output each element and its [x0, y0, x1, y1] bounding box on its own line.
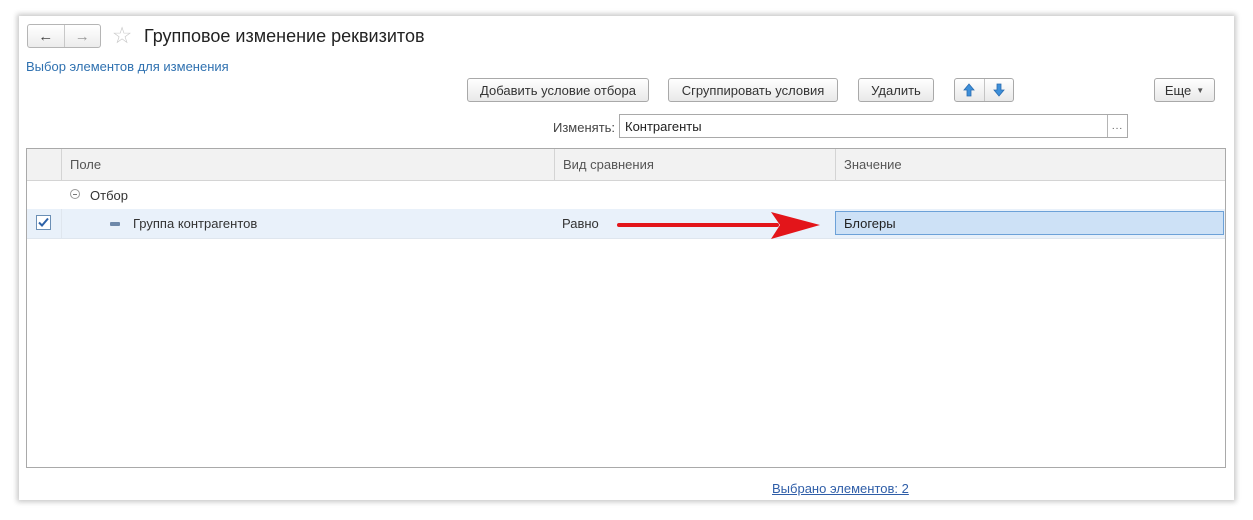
table-header: Поле Вид сравнения Значение — [27, 149, 1225, 181]
selected-count-link[interactable]: Выбрано элементов: 2 — [772, 481, 909, 496]
arrow-left-icon: ← — [38, 27, 54, 45]
annotation-arrow-icon — [617, 212, 820, 239]
caret-down-icon: ▼ — [1196, 85, 1205, 95]
comparison-value[interactable]: Равно — [562, 216, 599, 231]
move-up-button[interactable] — [955, 79, 985, 101]
arrow-right-icon: → — [74, 27, 90, 45]
header-checkbox-cell — [27, 149, 61, 180]
star-icon[interactable]: ☆ — [110, 23, 134, 47]
forward-button[interactable]: → — [65, 25, 101, 47]
field-name: Группа контрагентов — [133, 216, 258, 231]
arrow-down-icon — [992, 83, 1005, 97]
group-edit-window: ← → ☆ Групповое изменение реквизитов Выб… — [19, 16, 1234, 500]
conditions-table[interactable]: Поле Вид сравнения Значение Отбор Группа… — [26, 148, 1226, 468]
more-button-label: Еще — [1164, 82, 1192, 98]
ellipsis-icon: ... — [1111, 121, 1124, 132]
back-button[interactable]: ← — [28, 25, 65, 47]
group-conditions-button[interactable]: Сгруппировать условия — [668, 78, 838, 102]
section-link-select-elements[interactable]: Выбор элементов для изменения — [26, 59, 229, 74]
column-header-comparison[interactable]: Вид сравнения — [554, 149, 835, 180]
delete-button[interactable]: Удалить — [858, 78, 934, 102]
collapse-icon[interactable] — [70, 189, 80, 199]
row-checkbox[interactable] — [36, 215, 51, 230]
column-header-field[interactable]: Поле — [61, 149, 554, 180]
arrow-up-icon — [963, 83, 976, 97]
more-button[interactable]: Еще ▼ — [1154, 78, 1215, 102]
change-field-label: Изменять: — [553, 120, 616, 135]
move-buttons — [954, 78, 1014, 102]
page-title: Групповое изменение реквизитов — [144, 26, 425, 46]
value-cell[interactable]: Блогеры — [835, 211, 1224, 235]
change-field-value[interactable]: Контрагенты — [620, 115, 1107, 137]
field-item-icon — [110, 222, 120, 226]
add-condition-button[interactable]: Добавить условие отбора — [467, 78, 649, 102]
navigation-buttons: ← → — [27, 24, 101, 48]
group-label: Отбор — [90, 188, 128, 203]
select-button[interactable]: ... — [1107, 115, 1127, 137]
change-field-input[interactable]: Контрагенты ... — [619, 114, 1128, 138]
value-text: Блогеры — [844, 216, 896, 231]
column-header-value[interactable]: Значение — [835, 149, 1225, 180]
checkmark-icon — [38, 217, 49, 227]
move-down-button[interactable] — [985, 79, 1014, 101]
